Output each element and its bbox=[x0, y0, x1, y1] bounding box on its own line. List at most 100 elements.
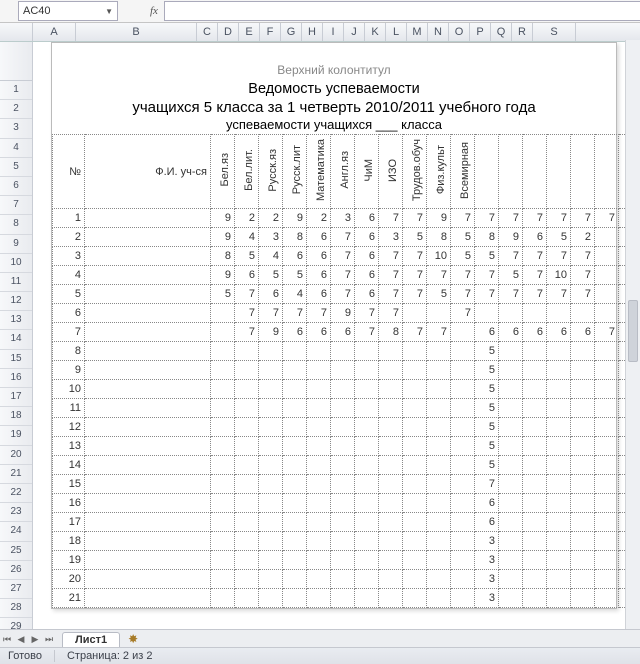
column-header-H[interactable]: H bbox=[302, 23, 323, 41]
name-box-dropdown-icon[interactable]: ▼ bbox=[105, 7, 113, 16]
row-header-26[interactable]: 26 bbox=[0, 561, 32, 580]
cell-fio[interactable] bbox=[85, 304, 211, 323]
cell-grade[interactable]: 4 bbox=[235, 228, 259, 247]
cell-grade[interactable] bbox=[307, 342, 331, 361]
cell-grade[interactable] bbox=[235, 361, 259, 380]
cell-grade[interactable] bbox=[427, 456, 451, 475]
cell-grade[interactable] bbox=[403, 342, 427, 361]
cell-grade[interactable] bbox=[427, 418, 451, 437]
cell-grade[interactable] bbox=[571, 361, 595, 380]
cell-grade[interactable] bbox=[499, 437, 523, 456]
cell-grade[interactable] bbox=[283, 456, 307, 475]
cell-no[interactable]: 21 bbox=[53, 589, 85, 608]
cell-grade[interactable]: 5 bbox=[235, 247, 259, 266]
cell-fio[interactable] bbox=[85, 342, 211, 361]
table-row[interactable]: 3854667677105577776,5 bbox=[53, 247, 640, 266]
cell-grade[interactable] bbox=[259, 437, 283, 456]
cell-grade[interactable] bbox=[451, 380, 475, 399]
cell-grade[interactable]: 6 bbox=[307, 323, 331, 342]
cell-grade[interactable] bbox=[211, 475, 235, 494]
scrollbar-thumb[interactable] bbox=[628, 300, 638, 362]
cell-grade[interactable]: 7 bbox=[523, 247, 547, 266]
cell-grade[interactable]: 9 bbox=[331, 304, 355, 323]
table-row[interactable]: 1455,0 bbox=[53, 456, 640, 475]
table-row[interactable]: 1922923677977777776,1 bbox=[53, 209, 640, 228]
cell-grade[interactable]: 6 bbox=[283, 323, 307, 342]
row-header-6[interactable]: 6 bbox=[0, 177, 32, 196]
new-sheet-icon[interactable]: ✸ bbox=[128, 632, 138, 646]
cell-grade[interactable] bbox=[595, 304, 619, 323]
cell-grade[interactable] bbox=[331, 589, 355, 608]
cell-grade[interactable] bbox=[355, 494, 379, 513]
cell-grade[interactable] bbox=[475, 304, 499, 323]
cell-grade[interactable]: 3 bbox=[259, 228, 283, 247]
cell-grade[interactable] bbox=[259, 532, 283, 551]
cell-grade[interactable] bbox=[499, 551, 523, 570]
cell-grade[interactable] bbox=[355, 589, 379, 608]
cell-grade[interactable]: 7 bbox=[379, 266, 403, 285]
cell-grade[interactable] bbox=[403, 456, 427, 475]
column-header-M[interactable]: M bbox=[407, 23, 428, 41]
cell-grade[interactable]: 3 bbox=[379, 228, 403, 247]
cell-grade[interactable] bbox=[331, 532, 355, 551]
cell-grade[interactable] bbox=[427, 513, 451, 532]
cell-grade[interactable] bbox=[427, 570, 451, 589]
cell-grade[interactable] bbox=[523, 342, 547, 361]
row-header-8[interactable]: 8 bbox=[0, 215, 32, 234]
cell-grade[interactable] bbox=[235, 570, 259, 589]
row-header-7[interactable]: 7 bbox=[0, 196, 32, 215]
cell-no[interactable]: 11 bbox=[53, 399, 85, 418]
cell-grade[interactable] bbox=[571, 589, 595, 608]
cell-grade[interactable]: 8 bbox=[379, 323, 403, 342]
cell-no[interactable]: 9 bbox=[53, 361, 85, 380]
cell-grade[interactable] bbox=[283, 513, 307, 532]
cell-grade[interactable] bbox=[259, 589, 283, 608]
cell-no[interactable]: 19 bbox=[53, 551, 85, 570]
cell-grade[interactable]: 6 bbox=[475, 323, 499, 342]
table-row[interactable]: 955,0 bbox=[53, 361, 640, 380]
cell-grade[interactable]: 9 bbox=[499, 228, 523, 247]
cell-grade[interactable] bbox=[211, 418, 235, 437]
cell-grade[interactable] bbox=[211, 589, 235, 608]
cell-grade[interactable]: 7 bbox=[331, 285, 355, 304]
cell-no[interactable]: 4 bbox=[53, 266, 85, 285]
cell-grade[interactable] bbox=[571, 399, 595, 418]
cell-grade[interactable]: 7 bbox=[307, 304, 331, 323]
page-area[interactable]: Верхний колонтитул Ведомость успеваемост… bbox=[33, 42, 640, 630]
cell-grade[interactable]: 6 bbox=[307, 247, 331, 266]
cell-grade[interactable]: 6 bbox=[355, 285, 379, 304]
cell-grade[interactable] bbox=[499, 532, 523, 551]
cell-grade[interactable] bbox=[355, 513, 379, 532]
cell-grade[interactable]: 8 bbox=[283, 228, 307, 247]
row-header-10[interactable]: 10 bbox=[0, 254, 32, 273]
column-header-N[interactable]: N bbox=[428, 23, 449, 41]
cell-grade[interactable] bbox=[355, 437, 379, 456]
cell-grade[interactable] bbox=[523, 532, 547, 551]
cell-grade[interactable] bbox=[283, 532, 307, 551]
column-header-R[interactable]: R bbox=[512, 23, 533, 41]
cell-grade[interactable] bbox=[355, 418, 379, 437]
row-header-19[interactable]: 19 bbox=[0, 426, 32, 445]
cell-grade[interactable] bbox=[595, 494, 619, 513]
cell-grade[interactable] bbox=[403, 532, 427, 551]
cell-grade[interactable]: 7 bbox=[403, 285, 427, 304]
cell-grade[interactable] bbox=[571, 380, 595, 399]
cell-grade[interactable] bbox=[547, 589, 571, 608]
cell-grade[interactable]: 7 bbox=[475, 475, 499, 494]
cell-grade[interactable]: 5 bbox=[499, 266, 523, 285]
cell-grade[interactable]: 6 bbox=[355, 266, 379, 285]
cell-grade[interactable] bbox=[523, 456, 547, 475]
cell-grade[interactable] bbox=[235, 437, 259, 456]
cell-grade[interactable] bbox=[355, 456, 379, 475]
cell-grade[interactable] bbox=[403, 437, 427, 456]
cell-grade[interactable]: 5 bbox=[283, 266, 307, 285]
cell-no[interactable]: 8 bbox=[53, 342, 85, 361]
cell-grade[interactable] bbox=[451, 456, 475, 475]
cell-grade[interactable] bbox=[403, 475, 427, 494]
cell-grade[interactable] bbox=[547, 437, 571, 456]
fx-icon[interactable]: fx bbox=[150, 5, 158, 17]
cell-grade[interactable]: 9 bbox=[211, 209, 235, 228]
sheet-tab-active[interactable]: Лист1 bbox=[62, 632, 120, 647]
cell-grade[interactable]: 7 bbox=[403, 323, 427, 342]
cell-grade[interactable] bbox=[211, 513, 235, 532]
